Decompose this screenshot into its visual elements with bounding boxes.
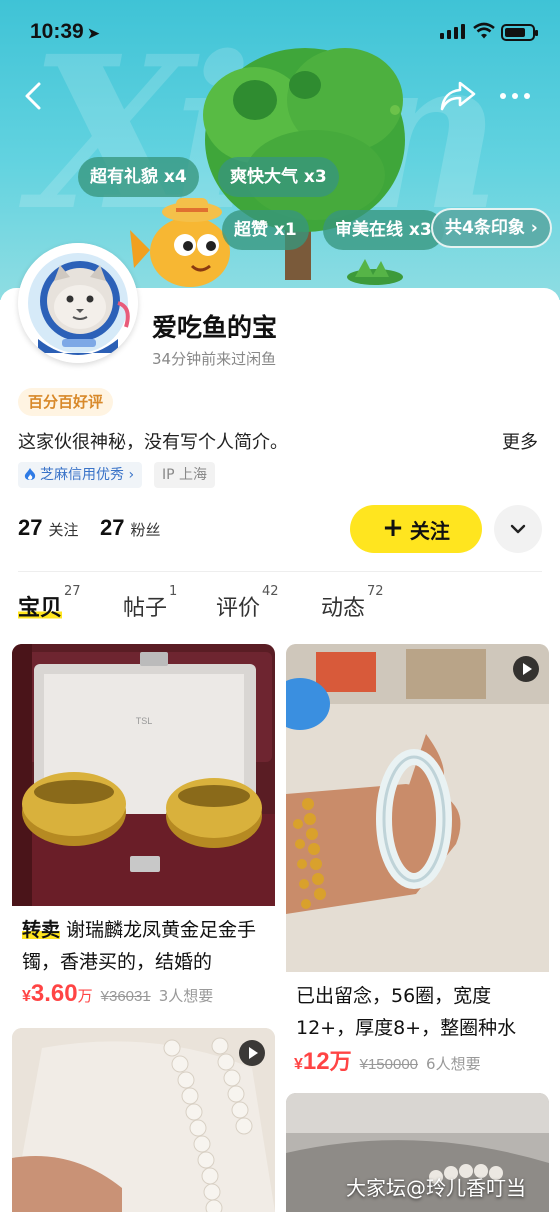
following-label: 关注 xyxy=(48,521,79,539)
tab-label: 动态 xyxy=(321,596,366,621)
impression-tag[interactable]: 审美在线 x3 xyxy=(323,210,444,250)
product-price-row: ¥12万 ¥150000 6人想要 xyxy=(294,1044,481,1076)
grass-sprig-illustration xyxy=(347,259,403,285)
follow-button-label: 关注 xyxy=(409,518,450,543)
original-price: ¥36031 xyxy=(100,988,151,1005)
all-impressions-button[interactable]: 共4条印象 › xyxy=(431,208,552,248)
tab-reviews[interactable]: 评价42 xyxy=(216,584,279,622)
impression-tag[interactable]: 超赞 x1 xyxy=(222,210,309,250)
ip-location-badge: IP 上海 xyxy=(154,462,216,488)
forum-watermark: 大家坛@玲儿香叮当 xyxy=(346,1176,526,1200)
avatar[interactable] xyxy=(18,243,138,363)
cellular-signal-icon xyxy=(440,24,465,39)
wants-count: 6人想要 xyxy=(426,1055,481,1073)
following-count: 27 xyxy=(18,515,43,540)
product-title-text: 已出留念，56圈，宽度12+，厚度8+，整圈种水 xyxy=(296,985,517,1039)
video-indicator-icon xyxy=(239,1040,265,1066)
bio-more-link[interactable]: 更多 xyxy=(502,428,538,454)
product-image-pearl-necklace xyxy=(12,1028,275,1212)
svg-text:TSL: TSL xyxy=(136,716,153,726)
tab-activity[interactable]: 动态72 xyxy=(321,584,384,622)
product-price: ¥3.60万 xyxy=(22,980,93,1007)
followers-count: 27 xyxy=(100,515,125,540)
credit-badge[interactable]: 芝麻信用优秀 › xyxy=(18,462,143,488)
user-bio: 这家伙很神秘，没有写个人简介。 xyxy=(18,432,288,453)
flame-icon xyxy=(24,468,36,480)
share-icon[interactable] xyxy=(440,80,476,112)
followers-stat[interactable]: 27 粉丝 xyxy=(100,515,161,541)
impression-tag[interactable]: 超有礼貌 x4 xyxy=(78,157,199,197)
divider xyxy=(18,571,542,572)
wifi-icon xyxy=(473,22,495,39)
plus-icon: + xyxy=(382,512,404,543)
chevron-down-icon xyxy=(510,524,526,534)
original-price: ¥150000 xyxy=(359,1056,419,1073)
user-name: 爱吃鱼的宝 xyxy=(152,313,278,342)
rating-badge[interactable]: 百分百好评 xyxy=(18,388,114,416)
tab-count: 42 xyxy=(262,584,279,599)
video-indicator-icon xyxy=(513,656,539,682)
product-price-row: ¥3.60万 ¥36031 3人想要 xyxy=(22,980,213,1008)
resale-tag: 转卖 xyxy=(22,919,61,941)
back-arrow-icon[interactable] xyxy=(18,80,50,112)
battery-icon xyxy=(501,24,538,41)
product-card[interactable] xyxy=(12,1028,275,1212)
more-actions-dropdown[interactable] xyxy=(494,505,542,553)
product-image-jade-bangle xyxy=(286,644,549,972)
status-bar: 10:39 ➤ xyxy=(0,0,560,64)
tab-label: 帖子 xyxy=(123,596,168,621)
location-arrow-icon: ➤ xyxy=(87,25,100,41)
tab-count: 27 xyxy=(64,584,81,599)
cat-astronaut-avatar-icon xyxy=(18,243,138,363)
product-image-gold-bangles: TSL xyxy=(12,644,275,906)
product-title: 转卖 谢瑞麟龙凤黄金足金手镯，香港买的，结婚的 xyxy=(22,914,270,978)
credit-badge-label: 芝麻信用优秀 › xyxy=(40,467,135,483)
more-options-icon[interactable] xyxy=(500,84,540,108)
fish-character-illustration xyxy=(130,198,230,287)
tab-count: 1 xyxy=(169,584,178,599)
product-card[interactable]: TSL 转卖 谢瑞麟龙凤黄金足金手镯，香港买的，结婚的 ¥3.60万 ¥36031… xyxy=(12,644,275,1014)
follow-button[interactable]: + 关注 xyxy=(350,505,482,553)
product-price: ¥12万 xyxy=(294,1048,352,1075)
tab-label: 宝贝 xyxy=(18,596,63,621)
impression-tag[interactable]: 爽快大气 x3 xyxy=(218,157,339,197)
status-time: 10:39 ➤ xyxy=(30,20,100,43)
product-title: 已出留念，56圈，宽度12+，厚度8+，整圈种水 xyxy=(296,980,544,1044)
tab-posts[interactable]: 帖子1 xyxy=(123,584,177,622)
last-seen-text: 34分钟前来过闲鱼 xyxy=(152,350,277,368)
product-card[interactable]: 已出留念，56圈，宽度12+，厚度8+，整圈种水 ¥12万 ¥150000 6人… xyxy=(286,644,549,1078)
wants-count: 3人想要 xyxy=(158,987,214,1005)
tab-label: 评价 xyxy=(216,596,261,621)
tab-items[interactable]: 宝贝27 xyxy=(18,584,81,622)
followers-label: 粉丝 xyxy=(130,521,161,539)
following-stat[interactable]: 27 关注 xyxy=(18,515,79,541)
tab-count: 72 xyxy=(367,584,384,599)
